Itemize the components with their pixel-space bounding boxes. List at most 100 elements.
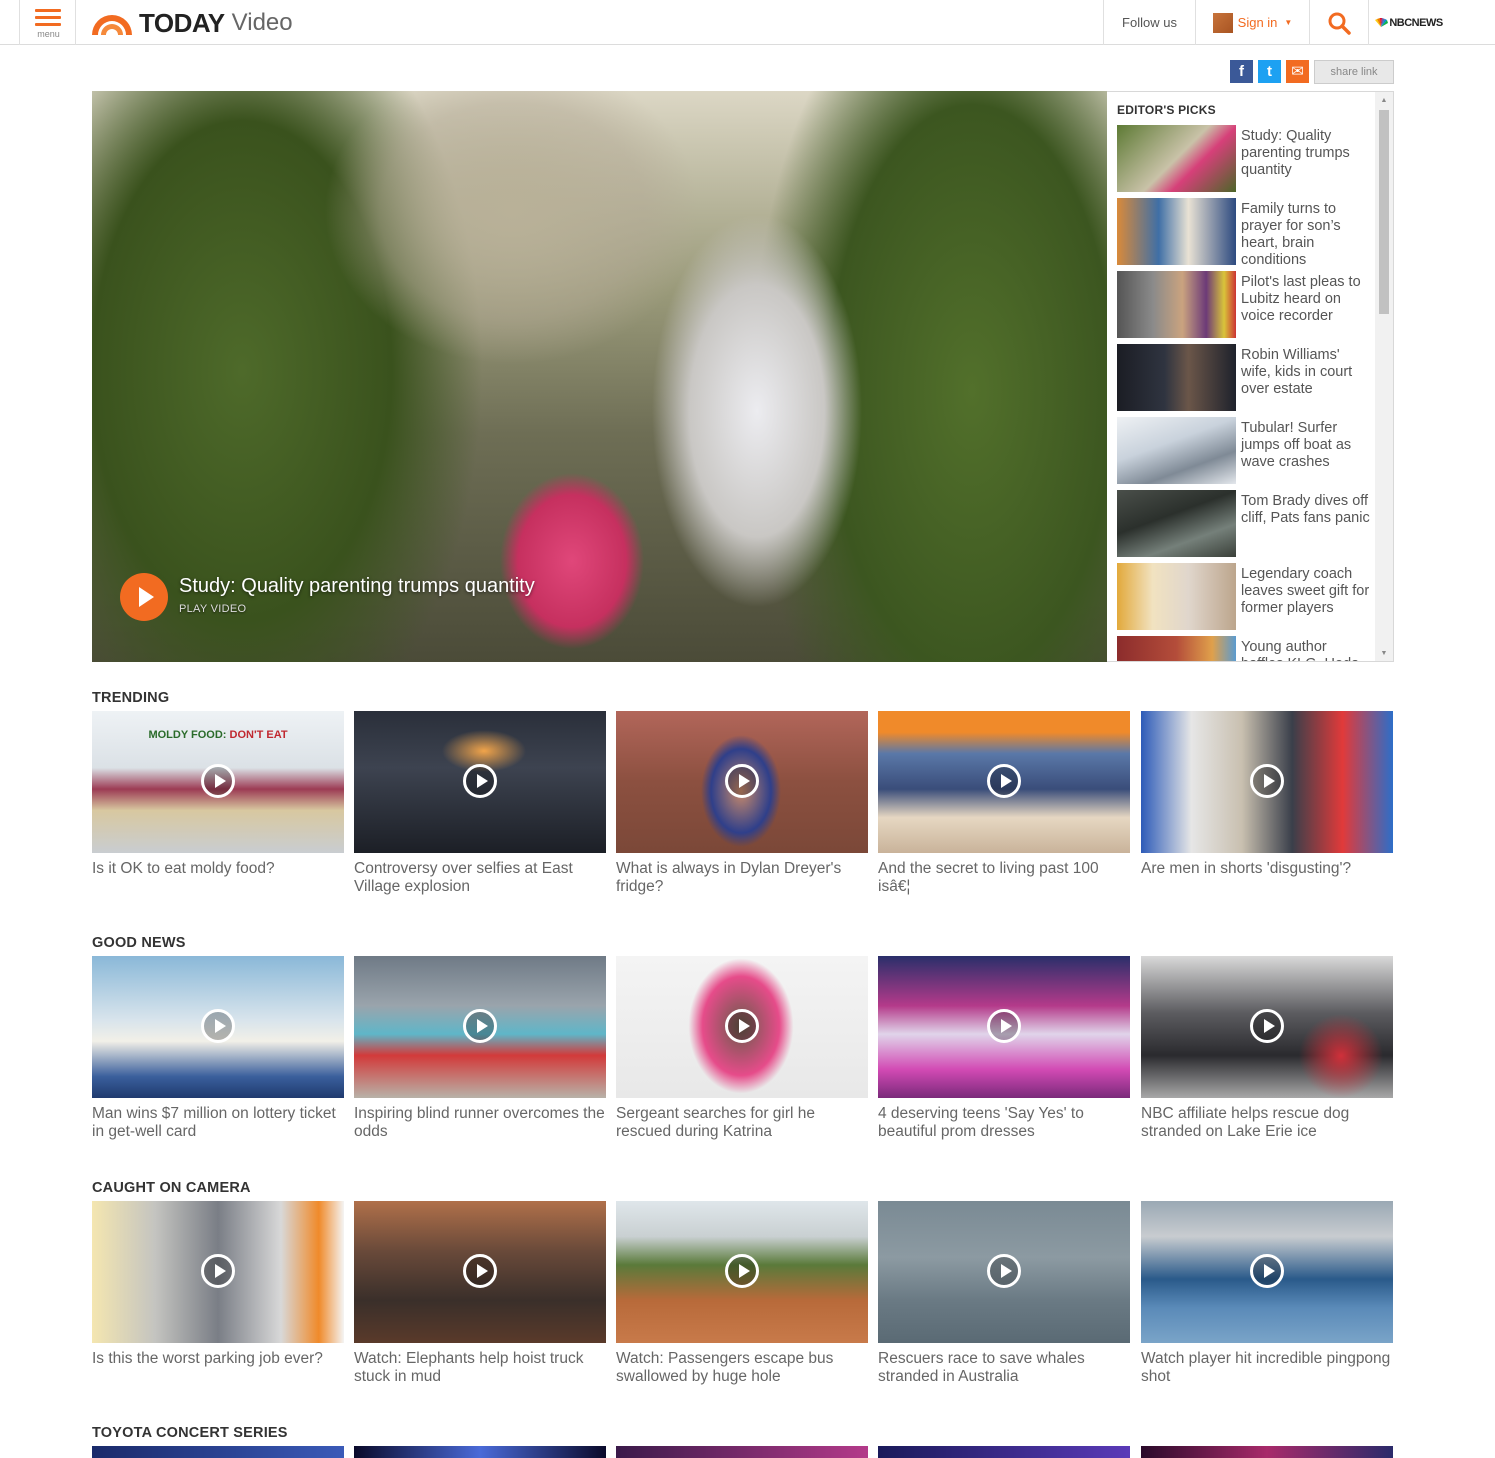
pick-item[interactable]: Pilot's last pleas to Lubitz heard on vo…	[1117, 271, 1372, 338]
video-thumbnail	[616, 956, 868, 1098]
video-card[interactable]: Is this the worst parking job ever?	[92, 1201, 344, 1368]
play-icon[interactable]	[201, 1254, 235, 1288]
play-icon[interactable]	[1250, 1254, 1284, 1288]
video-title: Is this the worst parking job ever?	[92, 1350, 323, 1367]
share-link-button[interactable]: share link	[1314, 60, 1394, 84]
logo-section-text: Video	[231, 9, 293, 36]
video-card[interactable]	[354, 1446, 606, 1458]
play-icon[interactable]	[120, 573, 168, 621]
video-card[interactable]: Watch: Elephants help hoist truck stuck …	[354, 1201, 606, 1386]
email-share-icon[interactable]: ✉	[1286, 60, 1309, 83]
scrollbar-thumb[interactable]	[1379, 110, 1389, 314]
video-thumbnail	[616, 1201, 868, 1343]
play-icon[interactable]	[463, 1254, 497, 1288]
video-card[interactable]: And the secret to living past 100 isâ€¦	[878, 711, 1130, 896]
video-title: Watch: Passengers escape bus swallowed b…	[616, 1350, 834, 1385]
video-thumbnail	[1141, 1446, 1393, 1458]
video-card[interactable]: Are men in shorts 'disgusting'?	[1141, 711, 1393, 878]
play-icon[interactable]	[1250, 764, 1284, 798]
play-icon[interactable]	[725, 1254, 759, 1288]
play-icon[interactable]	[725, 1009, 759, 1043]
video-card[interactable]: Watch player hit incredible pingpong sho…	[1141, 1201, 1393, 1386]
play-icon[interactable]	[725, 764, 759, 798]
video-card[interactable]: NBC affiliate helps rescue dog stranded …	[1141, 956, 1393, 1141]
play-icon[interactable]	[987, 1009, 1021, 1043]
video-card[interactable]: MOLDY FOOD: DON'T EAT Is it OK to eat mo…	[92, 711, 344, 878]
play-icon[interactable]	[463, 1009, 497, 1043]
menu-button[interactable]: menu	[19, 0, 76, 45]
video-thumbnail	[354, 956, 606, 1098]
follow-us-button[interactable]: Follow us	[1103, 0, 1195, 45]
video-thumbnail	[354, 1446, 606, 1458]
logo-today-text: TODAY	[139, 7, 225, 38]
hero-title[interactable]: Study: Quality parenting trumps quantity	[179, 575, 535, 598]
play-icon[interactable]	[987, 1254, 1021, 1288]
video-card[interactable]: Rescuers race to save whales stranded in…	[878, 1201, 1130, 1386]
hero-video[interactable]: Study: Quality parenting trumps quantity…	[92, 91, 1107, 662]
search-button[interactable]	[1309, 0, 1368, 45]
video-card[interactable]: Inspiring blind runner overcomes the odd…	[354, 956, 606, 1141]
pick-thumbnail	[1117, 417, 1236, 484]
video-title: Sergeant searches for girl he rescued du…	[616, 1105, 816, 1140]
video-card[interactable]	[92, 1446, 344, 1458]
thumbnail-caption: MOLDY FOOD: DON'T EAT	[92, 729, 344, 741]
video-title: Watch: Elephants help hoist truck stuck …	[354, 1350, 584, 1385]
menu-label: menu	[37, 29, 60, 39]
sign-in-button[interactable]: Sign in ▼	[1195, 0, 1309, 45]
video-card[interactable]: 4 deserving teens 'Say Yes' to beautiful…	[878, 956, 1130, 1141]
play-icon[interactable]	[1250, 1009, 1284, 1043]
pick-title: Tubular! Surfer jumps off boat as wave c…	[1241, 420, 1352, 470]
video-thumbnail	[1141, 711, 1393, 853]
pick-item[interactable]: Robin Williams' wife, kids in court over…	[1117, 344, 1372, 411]
pick-thumbnail	[1117, 490, 1236, 557]
pick-item[interactable]: Legendary coach leaves sweet gift for fo…	[1117, 563, 1372, 630]
video-thumbnail	[92, 1201, 344, 1343]
play-icon[interactable]	[463, 764, 497, 798]
pick-item[interactable]: Family turns to prayer for son’s heart, …	[1117, 198, 1372, 268]
facebook-share-icon[interactable]: f	[1230, 60, 1253, 83]
pick-thumbnail	[1117, 563, 1236, 630]
sunrise-logo-icon	[92, 15, 132, 35]
picks-scrollbar[interactable]: ▲ ▼	[1375, 92, 1393, 661]
pick-item[interactable]: Study: Quality parenting trumps quantity	[1117, 125, 1372, 192]
video-card[interactable]: Sergeant searches for girl he rescued du…	[616, 956, 868, 1141]
video-card[interactable]: Man wins $7 million on lottery ticket in…	[92, 956, 344, 1141]
play-icon[interactable]	[201, 1009, 235, 1043]
play-icon[interactable]	[201, 764, 235, 798]
pick-item[interactable]: Tubular! Surfer jumps off boat as wave c…	[1117, 417, 1372, 484]
today-logo[interactable]: TODAY Video	[90, 5, 293, 41]
video-card[interactable]	[878, 1446, 1130, 1458]
section-heading-caught-on-camera: CAUGHT ON CAMERA	[92, 1180, 251, 1196]
video-title: Inspiring blind runner overcomes the odd…	[354, 1105, 605, 1140]
scroll-down-arrow-icon[interactable]: ▼	[1375, 647, 1393, 661]
video-thumbnail	[1141, 956, 1393, 1098]
video-card[interactable]	[616, 1446, 868, 1458]
video-card[interactable]: Watch: Passengers escape bus swallowed b…	[616, 1201, 868, 1386]
pick-item[interactable]: Young author baffles KLG, Hoda	[1117, 636, 1372, 661]
video-title: Watch player hit incredible pingpong sho…	[1141, 1350, 1391, 1385]
twitter-share-icon[interactable]: t	[1258, 60, 1281, 83]
video-card[interactable]	[1141, 1446, 1393, 1458]
video-card[interactable]: What is always in Dylan Dreyer's fridge?	[616, 711, 868, 896]
video-title: Rescuers race to save whales stranded in…	[878, 1350, 1085, 1385]
follow-us-label: Follow us	[1122, 15, 1177, 30]
video-thumbnail	[616, 711, 868, 853]
nbc-news-label: NBCNEWS	[1389, 16, 1443, 29]
scroll-up-arrow-icon[interactable]: ▲	[1375, 94, 1393, 108]
video-card[interactable]: Controversy over selfies at East Village…	[354, 711, 606, 896]
video-thumbnail	[878, 1201, 1130, 1343]
section-heading-toyota-concert-series: TOYOTA CONCERT SERIES	[92, 1425, 288, 1441]
thumbnail-caption-red: DON'T EAT	[229, 729, 288, 741]
site-header: menu TODAY Video Follow us Sign in ▼ NBC…	[0, 0, 1495, 45]
chevron-down-icon: ▼	[1284, 18, 1293, 27]
peacock-icon	[1375, 18, 1389, 27]
video-title: Are men in shorts 'disgusting'?	[1141, 860, 1352, 877]
video-thumbnail	[878, 711, 1130, 853]
video-title: Man wins $7 million on lottery ticket in…	[92, 1105, 336, 1140]
play-icon[interactable]	[987, 764, 1021, 798]
pick-title: Tom Brady dives off cliff, Pats fans pan…	[1241, 493, 1370, 526]
nbc-news-link[interactable]: NBCNEWS	[1368, 0, 1448, 45]
video-thumbnail	[92, 1446, 344, 1458]
pick-item[interactable]: Tom Brady dives off cliff, Pats fans pan…	[1117, 490, 1372, 557]
pick-thumbnail	[1117, 344, 1236, 411]
